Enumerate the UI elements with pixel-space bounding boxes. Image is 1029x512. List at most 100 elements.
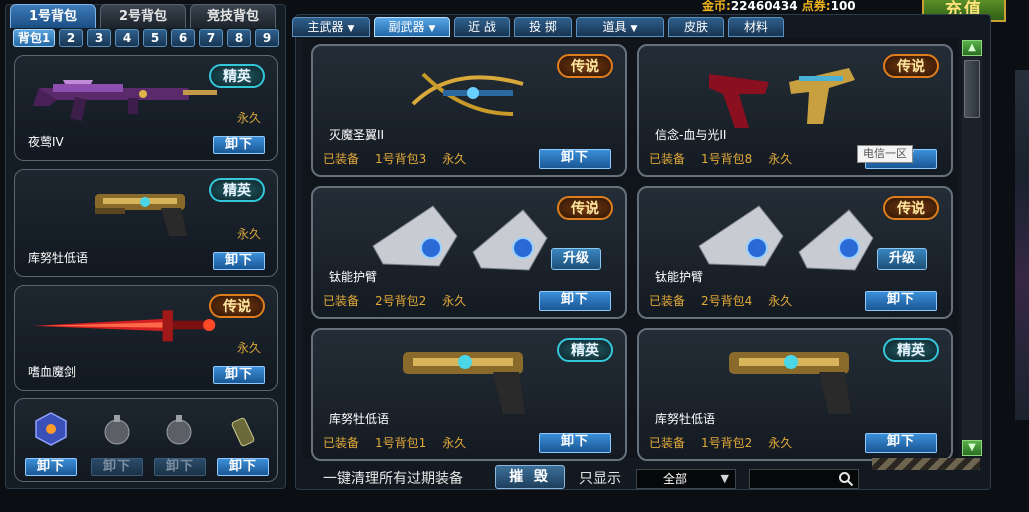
- duration-text: 永久: [236, 227, 261, 241]
- tab-throwing[interactable]: 投 掷: [514, 17, 572, 37]
- unequip-button[interactable]: 卸下: [25, 458, 77, 476]
- duration-text: 永久: [442, 436, 467, 450]
- equip-status: 已装备: [649, 294, 686, 308]
- slot-tab-1[interactable]: 背包1: [13, 29, 55, 47]
- equipped-melee-slot[interactable]: 传说 永久 嗜血魔剑 卸下: [14, 285, 278, 391]
- sword-icon: [33, 310, 216, 342]
- item-name: 钛能护臂: [329, 270, 378, 284]
- scroll-up-icon[interactable]: ▲: [962, 40, 982, 56]
- unequip-button[interactable]: 卸下: [865, 291, 937, 311]
- unequip-button[interactable]: 卸下: [217, 458, 269, 476]
- slot-tab-6[interactable]: 6: [171, 29, 195, 47]
- item-name: 嗜血魔剑: [28, 365, 77, 379]
- duration-text: 永久: [768, 294, 793, 308]
- item-name: 信念-血与光II: [655, 128, 727, 142]
- chevron-down-icon: ▼: [347, 24, 355, 34]
- equip-status: 已装备: [323, 294, 360, 308]
- duration-text: 永久: [236, 111, 261, 125]
- unequip-button[interactable]: 卸下: [213, 252, 265, 270]
- upgrade-button[interactable]: 升级: [551, 248, 601, 270]
- chevron-down-icon: ▼: [630, 24, 638, 34]
- item-card[interactable]: 传说 升级 钛能护臂 已装备 2号背包4 永久 卸下: [637, 186, 953, 319]
- bag-location: 2号背包2: [375, 294, 427, 308]
- legendary-badge: 传说: [557, 54, 613, 78]
- slot-tab-8[interactable]: 8: [227, 29, 251, 47]
- item-card[interactable]: 传说 升级 钛能护臂 已装备 2号背包2 永久 卸下: [311, 186, 627, 319]
- unequip-button[interactable]: 卸下: [154, 458, 206, 476]
- throwables-slot: 卸下 卸下 卸下 卸下: [14, 398, 278, 482]
- crossbow-icon: [411, 72, 524, 116]
- grid-scrollbar[interactable]: ▲ ▼: [962, 40, 982, 456]
- filter-label: 只显示: [579, 471, 621, 487]
- item-info: 已装备 1号背包8 永久: [649, 150, 808, 167]
- bag-location: 2号背包4: [701, 294, 753, 308]
- elite-badge: 精英: [883, 338, 939, 362]
- equip-status: 已装备: [323, 152, 360, 166]
- bag-location: 1号背包3: [375, 152, 427, 166]
- tab-materials[interactable]: 材料: [728, 17, 784, 37]
- unequip-button[interactable]: 卸下: [91, 458, 143, 476]
- bag-tab-1[interactable]: 1号背包: [10, 4, 96, 28]
- pistol-icon: [729, 352, 851, 414]
- search-icon[interactable]: [838, 471, 854, 487]
- tab-melee[interactable]: 近 战: [454, 17, 510, 37]
- chevron-down-icon: ▼: [720, 472, 729, 485]
- slot-tab-9[interactable]: 9: [255, 29, 279, 47]
- tab-secondary-weapon[interactable]: 副武器 ▼: [374, 17, 450, 37]
- tab-primary-weapon[interactable]: 主武器 ▼: [292, 17, 370, 37]
- duration-text: 永久: [768, 436, 793, 450]
- scroll-thumb[interactable]: [964, 60, 980, 118]
- item-card[interactable]: 精英 库努牡低语 已装备 1号背包2 永久 卸下: [637, 328, 953, 461]
- gauntlet-icon: [698, 205, 874, 271]
- chevron-down-icon: ▼: [428, 24, 436, 34]
- legendary-badge: 传说: [883, 196, 939, 220]
- slot-tab-2[interactable]: 2: [59, 29, 83, 47]
- item-card[interactable]: 精英 库努牡低语 已装备 1号背包1 永久 卸下: [311, 328, 627, 461]
- item-info: 已装备 2号背包4 永久: [649, 292, 808, 309]
- points-label: 点券:: [801, 0, 831, 13]
- item-info: 已装备 1号背包1 永久: [323, 434, 482, 451]
- server-tooltip: 电信一区: [857, 145, 913, 163]
- equipped-secondary-slot[interactable]: 精英 永久 库努牡低语 卸下: [14, 169, 278, 277]
- bag-location: 1号背包1: [375, 436, 427, 450]
- tab-skins[interactable]: 皮肤: [668, 17, 724, 37]
- bag-tab-arena[interactable]: 竞技背包: [190, 4, 276, 28]
- upgrade-button[interactable]: 升级: [877, 248, 927, 270]
- slot-tab-7[interactable]: 7: [199, 29, 223, 47]
- equip-status: 已装备: [649, 436, 686, 450]
- scroll-down-icon[interactable]: ▼: [962, 440, 982, 456]
- item-card[interactable]: 传说 灭魔圣翼II 已装备 1号背包3 永久 卸下: [311, 44, 627, 177]
- bag-tabs: 1号背包 2号背包 竞技背包: [10, 4, 276, 30]
- currency-bar: 金币:22460434 点券:100: [702, 0, 856, 13]
- slot-tab-3[interactable]: 3: [87, 29, 111, 47]
- elite-badge: 精英: [557, 338, 613, 362]
- flashbang-icon: [231, 417, 255, 447]
- unequip-button[interactable]: 卸下: [213, 136, 265, 154]
- unequip-button[interactable]: 卸下: [213, 366, 265, 384]
- item-name: 库努牡低语: [28, 251, 89, 265]
- elite-badge: 精英: [209, 178, 265, 202]
- legendary-badge: 传说: [557, 196, 613, 220]
- unequip-button[interactable]: 卸下: [539, 149, 611, 169]
- duration-text: 永久: [768, 152, 793, 166]
- filter-value: 全部: [663, 472, 688, 486]
- legendary-badge: 传说: [209, 294, 265, 318]
- destroy-button[interactable]: 摧 毁: [495, 465, 565, 489]
- equipped-primary-slot[interactable]: 精英 永久 夜莺IV 卸下: [14, 55, 278, 161]
- duration-text: 永久: [236, 341, 261, 355]
- slot-tab-5[interactable]: 5: [143, 29, 167, 47]
- dice-item-icon: [35, 412, 67, 446]
- bag-location: 1号背包8: [701, 152, 753, 166]
- slot-tab-4[interactable]: 4: [115, 29, 139, 47]
- tab-props[interactable]: 道具 ▼: [576, 17, 664, 37]
- pistol-icon: [95, 194, 187, 236]
- unequip-button[interactable]: 卸下: [539, 433, 611, 453]
- item-info: 已装备 1号背包3 永久: [323, 150, 482, 167]
- dual-pistol-icon: [709, 68, 855, 128]
- unequip-button[interactable]: 卸下: [539, 291, 611, 311]
- points-value: 100: [830, 0, 856, 13]
- unequip-button[interactable]: 卸下: [865, 433, 937, 453]
- bag-tab-2[interactable]: 2号背包: [100, 4, 186, 28]
- filter-select[interactable]: 全部 ▼: [636, 469, 736, 489]
- search-input[interactable]: [749, 469, 859, 489]
